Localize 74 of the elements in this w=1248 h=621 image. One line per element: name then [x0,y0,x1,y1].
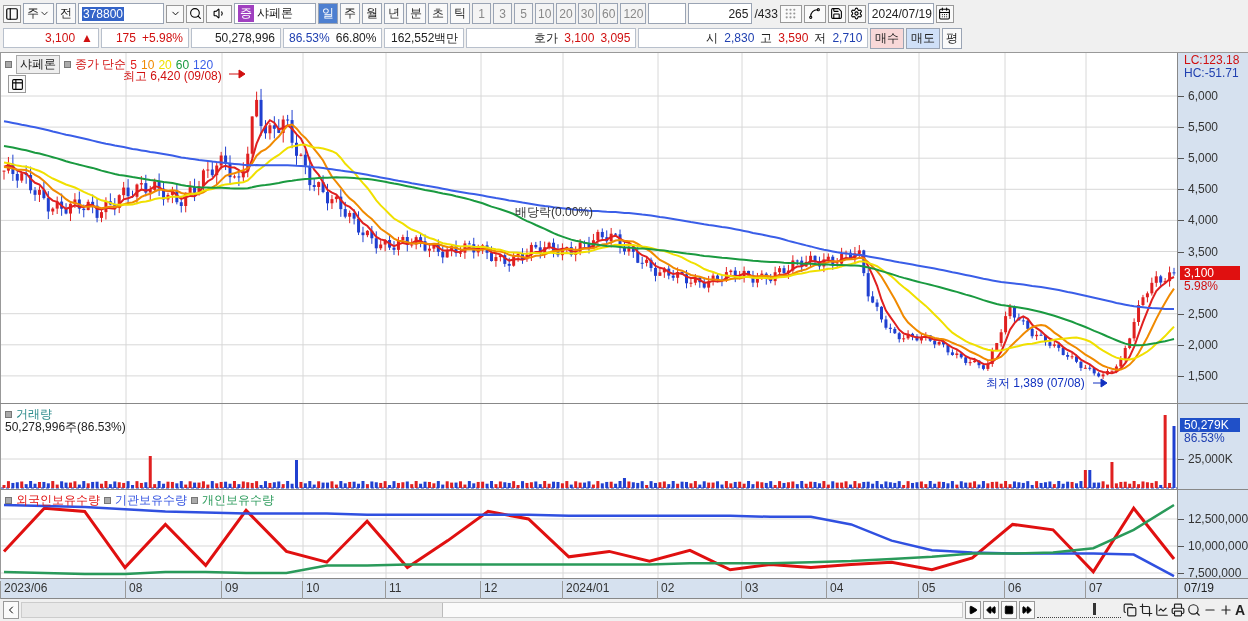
date-field[interactable]: 2024/07/19 [867,3,934,24]
price-tick: 1,500 [1188,368,1219,383]
lc-label: LC:123.18 [1183,53,1240,67]
sell-button[interactable]: 매도 [906,27,941,49]
ma-label: 10 [141,57,155,72]
period-tab[interactable]: 일 [318,3,338,24]
date-label: 03 [741,581,759,599]
ratio-cell: 86.53% 66.80% [283,28,383,48]
ma-label: 120 [193,57,214,72]
price-tick: 5,000 [1188,151,1219,166]
current-volume-label: 50,279K [1180,418,1240,432]
price-tick: 6,000 [1188,89,1219,103]
volume-tick: 25,000K [1188,452,1233,466]
average-button[interactable]: 평 [942,27,963,49]
previous-button[interactable]: 전 [56,3,76,24]
price-cell: 3,100 ▲ [3,28,99,48]
end-date-label: 07/19 [1183,580,1216,597]
date-label: 02 [657,581,675,599]
date-label: 12 [480,581,498,599]
ma-label: 5 [130,57,138,72]
volume-summary: 50,278,996주(86.53%) [5,420,126,436]
price-tick: 3,500 [1188,244,1219,259]
series-label: 개인보유수량 [202,492,274,509]
dividend-note: 배당락(0.00%) [515,204,594,221]
volume-rate-label: 86.53% [1183,431,1226,445]
current-price-label: 3,100 [1180,266,1240,280]
date-label: 2023/06 [0,581,48,599]
date-label: 09 [221,581,239,599]
period-tab[interactable]: 월 [362,3,382,24]
market-badge: 증 [238,5,254,22]
date-label: 08 [125,581,143,599]
total-count: /433 [754,6,778,21]
date-label: 05 [918,581,936,599]
date-label: 07 [1085,581,1103,599]
date-label: 06 [1004,581,1022,599]
price-tick: 4,000 [1188,213,1219,228]
code-field[interactable]: 378800 [78,3,164,24]
count-field[interactable]: 265 [688,3,753,24]
period-tab[interactable]: 틱 [450,3,470,24]
period-tab[interactable]: 초 [428,3,448,24]
hc-label: HC:-51.71 [1183,66,1240,80]
ma-title: 종가 단순 [75,56,127,71]
buy-button[interactable]: 매수 [870,27,905,49]
low-note: 최저 1,389 (07/08) [986,375,1085,392]
date-label: 10 [302,581,320,599]
holdings-tick: 12,500,000 [1188,512,1248,526]
volume-title: 거래량 [16,406,52,422]
stock-name-label: 샤페론 [16,55,60,74]
date-label: 04 [826,581,844,599]
date-label: 11 [385,581,402,599]
price-tick: 5,500 [1188,120,1219,135]
price-tick: 2,500 [1188,306,1219,321]
ma-label: 20 [158,57,172,72]
amount-cell: 162,552백만 [384,28,465,48]
high-note: 최고 6,420 (09/08) [123,69,222,85]
font-size-button[interactable]: A [1234,602,1245,618]
ma-label: 60 [175,57,190,72]
price-tick: 2,000 [1188,337,1219,352]
period-tab[interactable]: 주 [340,3,360,24]
order-cell: 호가 3,100 3,095 [466,28,637,48]
current-rate-label: 5.98% [1183,279,1220,293]
series-label: 기관보유수량 [115,492,187,509]
ohl-cell: 시 2,830 고 3,590 저 2,710 [638,28,869,48]
holdings-tick: 10,000,000 [1188,539,1248,553]
holdings-tick: 7,500,000 [1188,566,1242,578]
series-label: 외국인보유수량 [16,492,100,509]
market-dropdown[interactable]: 주 [23,3,54,24]
date-label: 2024/01 [562,581,610,599]
volume-cell: 50,278,996 [191,28,281,48]
change-cell: 175 +5.98% [101,28,189,48]
stock-name-field[interactable]: 증 샤페론 [234,3,316,24]
period-tab[interactable]: 분 [406,3,426,24]
period-tab[interactable]: 년 [384,3,404,24]
price-tick: 4,500 [1188,182,1219,197]
